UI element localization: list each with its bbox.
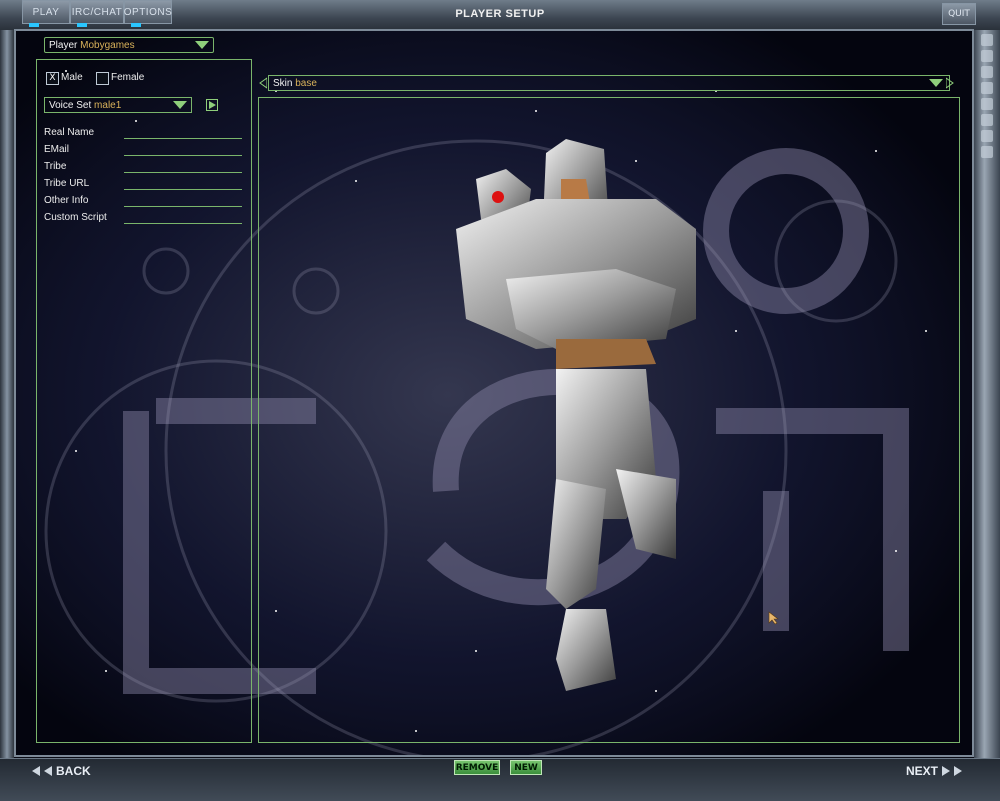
tab-play-indicator [29,23,39,27]
player-value: Mobygames [80,39,135,51]
back-arrow-icon [32,766,40,776]
tribe-label: Tribe [44,161,67,172]
tool-icon [981,82,993,94]
email-label: EMail [44,144,70,155]
chevron-down-icon [929,79,943,87]
skin-prev-icon[interactable] [259,77,267,89]
female-checkbox[interactable] [96,72,109,85]
tribe-url-label: Tribe URL [44,178,90,189]
other-info-label: Other Info [44,195,89,206]
tool-icon [981,98,993,110]
back-label: BACK [56,764,91,778]
real-name-label: Real Name [44,127,95,138]
skin-dropdown[interactable]: Skin base [268,75,950,91]
voice-set-value: male1 [94,99,122,111]
female-label: Female [111,72,145,83]
tab-play-label: PLAY [32,6,60,18]
tool-icon [981,130,993,142]
new-button[interactable]: NEW [510,760,542,775]
male-label: Male [61,72,83,83]
back-button[interactable]: BACK [32,762,91,780]
custom-script-input[interactable] [124,223,242,224]
top-bar: PLAY IRC/CHAT OPTIONS PLAYER SETUP QUIT [0,0,1000,31]
tab-irc-chat[interactable]: IRC/CHAT [70,0,124,27]
tab-irc-indicator [77,23,87,27]
right-rail [974,30,1000,758]
chevron-down-icon [195,41,209,49]
remove-button[interactable]: REMOVE [454,760,500,775]
tribe-input[interactable] [124,172,242,173]
next-arrow-icon [942,766,951,776]
page-title: PLAYER SETUP [455,8,545,20]
voice-set-dropdown[interactable]: Voice Set male1 [44,97,192,113]
tribe-url-input[interactable] [124,189,242,190]
email-input[interactable] [124,155,242,156]
voice-set-label: Voice Set [49,99,92,111]
tool-icon [981,66,993,78]
tab-options-indicator [131,23,141,27]
next-arrow-icon [954,766,963,776]
play-icon[interactable] [206,99,218,111]
tab-irc-chat-label: IRC/CHAT [71,6,123,18]
cursor-icon [768,611,779,625]
quit-button[interactable]: QUIT [942,3,976,25]
tool-icon [981,50,993,62]
real-name-input[interactable] [124,138,242,139]
player-label: Player [49,39,78,51]
back-arrow-icon [44,766,52,776]
chevron-down-icon [173,101,187,109]
tool-icon [981,34,993,46]
skin-label: Skin [273,77,293,89]
left-rail [0,30,14,758]
skin-value: base [295,77,317,89]
bottom-bar [0,758,1000,801]
custom-script-label: Custom Script [44,212,107,223]
player-model [456,139,696,691]
tab-play[interactable]: PLAY [22,0,70,27]
player-dropdown[interactable]: Player Mobygames [44,37,214,53]
tool-icon [981,146,993,158]
skin-next-icon[interactable] [946,77,954,89]
tab-options-label: OPTIONS [123,6,173,18]
male-checkbox[interactable]: X [46,72,59,85]
main-panel: Player Mobygames X Male Female Voice Set… [14,29,974,757]
next-button[interactable]: NEXT [906,762,963,780]
tab-options[interactable]: OPTIONS [123,0,173,27]
tool-icon [981,114,993,126]
next-label: NEXT [906,764,939,778]
other-info-input[interactable] [124,206,242,207]
player-setup-window: PLAY IRC/CHAT OPTIONS PLAYER SETUP QUIT [0,0,1000,801]
left-section-frame [36,59,252,743]
